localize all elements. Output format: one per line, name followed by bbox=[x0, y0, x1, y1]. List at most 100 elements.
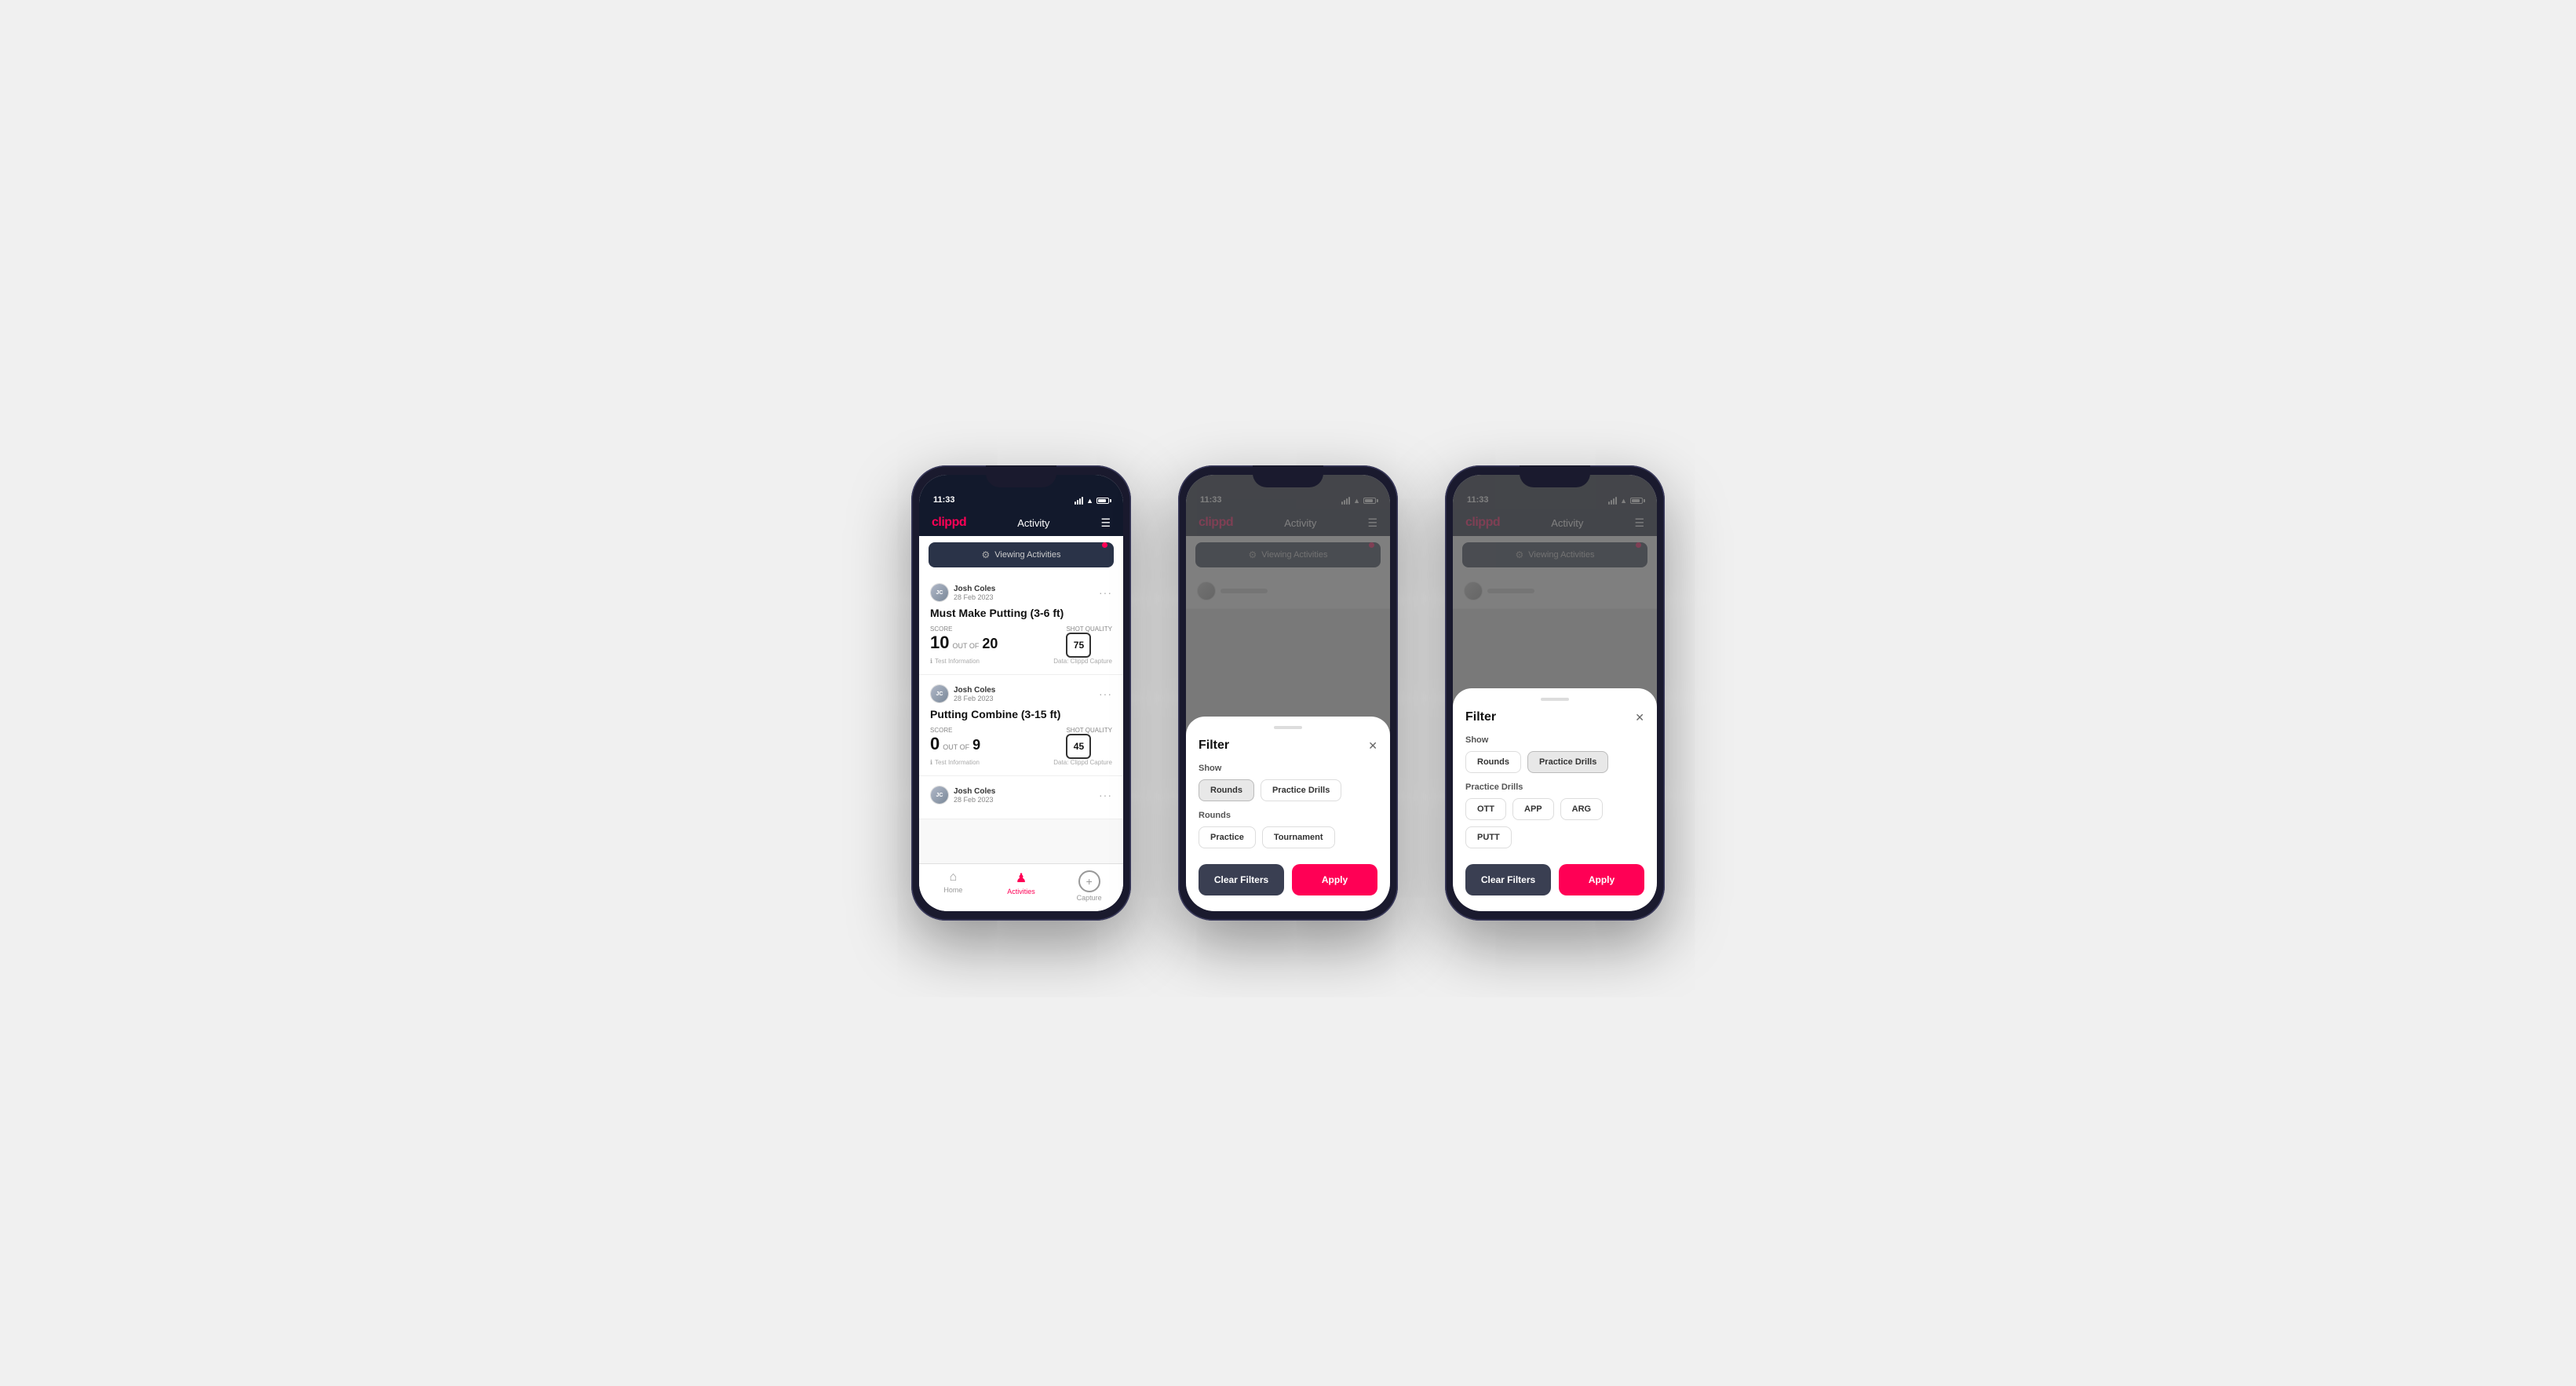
activity-card-3[interactable]: JC Josh Coles 28 Feb 2023 ··· bbox=[919, 776, 1123, 819]
shots-number-2: 9 bbox=[972, 737, 980, 753]
chip-tournament-2[interactable]: Tournament bbox=[1262, 826, 1335, 848]
data-source: Data: Clippd Capture bbox=[1053, 658, 1112, 665]
chip-putt-3[interactable]: PUTT bbox=[1465, 826, 1512, 848]
user-details: Josh Coles 28 Feb 2023 bbox=[954, 585, 995, 601]
user-name: Josh Coles bbox=[954, 585, 995, 593]
signal-icon bbox=[1075, 497, 1083, 505]
phone-activity-list: 11:33 ▲ clippd Activity bbox=[911, 465, 1131, 921]
chip-practice-2[interactable]: Practice bbox=[1199, 826, 1256, 848]
card-header-2: JC Josh Coles 28 Feb 2023 ··· bbox=[930, 684, 1112, 703]
nav-home[interactable]: ⌂ Home bbox=[919, 870, 987, 902]
sheet-actions-3: Clear Filters Apply bbox=[1465, 864, 1644, 895]
chip-rounds-2[interactable]: Rounds bbox=[1199, 779, 1254, 801]
score-number: 10 bbox=[930, 633, 949, 653]
filter-icon: ⚙ bbox=[982, 549, 991, 560]
app-header: clippd Activity ☰ bbox=[919, 509, 1123, 536]
user-date: 28 Feb 2023 bbox=[954, 593, 995, 601]
chip-drills-3[interactable]: Practice Drills bbox=[1527, 751, 1608, 773]
sheet-handle-3 bbox=[1541, 698, 1569, 701]
shot-quality-label-2: Shot Quality bbox=[1066, 727, 1112, 734]
score-stats: Score 10 OUT OF 20 bbox=[930, 626, 998, 658]
notification-dot bbox=[1102, 542, 1107, 548]
more-options-2[interactable]: ··· bbox=[1099, 688, 1112, 700]
user-info-3: JC Josh Coles 28 Feb 2023 bbox=[930, 786, 995, 804]
test-info: ℹ Test Information bbox=[930, 658, 980, 665]
activity-list: JC Josh Coles 28 Feb 2023 ··· Must Make … bbox=[919, 574, 1123, 863]
user-date-2: 28 Feb 2023 bbox=[954, 695, 995, 702]
more-options-3[interactable]: ··· bbox=[1099, 789, 1112, 801]
filter-title-2: Filter bbox=[1199, 739, 1229, 753]
user-info-2: JC Josh Coles 28 Feb 2023 bbox=[930, 684, 995, 703]
screen-2: 11:33 ▲ clippd Activity bbox=[1186, 475, 1390, 911]
show-section-3: Show Rounds Practice Drills bbox=[1465, 735, 1644, 773]
capture-icon: + bbox=[1078, 870, 1100, 892]
sheet-header-2: Filter ✕ bbox=[1199, 739, 1377, 753]
viewing-banner[interactable]: ⚙ Viewing Activities bbox=[929, 542, 1114, 567]
clear-filters-button-3[interactable]: Clear Filters bbox=[1465, 864, 1551, 895]
score-label: Score bbox=[930, 626, 998, 633]
menu-icon[interactable]: ☰ bbox=[1100, 516, 1111, 530]
user-name-2: Josh Coles bbox=[954, 686, 995, 695]
card-header-3: JC Josh Coles 28 Feb 2023 ··· bbox=[930, 786, 1112, 804]
user-name-3: Josh Coles bbox=[954, 787, 995, 796]
screen: 11:33 ▲ clippd Activity bbox=[919, 475, 1123, 911]
card-footer: ℹ Test Information Data: Clippd Capture bbox=[930, 658, 1112, 665]
bottom-nav: ⌂ Home ♟ Activities + Capture bbox=[919, 863, 1123, 911]
drills-label-3: Practice Drills bbox=[1465, 782, 1644, 792]
notch bbox=[986, 465, 1056, 487]
score-number-2: 0 bbox=[930, 734, 940, 754]
phone-filter-drills: 11:33 ▲ clippd Activity bbox=[1445, 465, 1665, 921]
show-label-3: Show bbox=[1465, 735, 1644, 745]
more-options[interactable]: ··· bbox=[1099, 586, 1112, 599]
notch-2 bbox=[1253, 465, 1323, 487]
show-label-2: Show bbox=[1199, 764, 1377, 773]
chip-app-3[interactable]: APP bbox=[1512, 798, 1554, 820]
user-details-3: Josh Coles 28 Feb 2023 bbox=[954, 787, 995, 804]
chip-drills-2[interactable]: Practice Drills bbox=[1261, 779, 1341, 801]
score-label-2: Score bbox=[930, 727, 980, 734]
activity-card-2[interactable]: JC Josh Coles 28 Feb 2023 ··· Putting Co… bbox=[919, 675, 1123, 776]
shot-quality-badge: 75 bbox=[1066, 633, 1091, 658]
status-icons: ▲ bbox=[1075, 497, 1109, 505]
nav-activities[interactable]: ♟ Activities bbox=[987, 870, 1056, 902]
activities-icon: ♟ bbox=[1016, 870, 1027, 886]
avatar-image-2: JC bbox=[931, 685, 948, 702]
notch-3 bbox=[1520, 465, 1590, 487]
screen-3: 11:33 ▲ clippd Activity bbox=[1453, 475, 1657, 911]
activity-title: Must Make Putting (3-6 ft) bbox=[930, 607, 1112, 619]
score-stats-2: Score 0 OUT OF 9 bbox=[930, 727, 980, 759]
drills-section-3: Practice Drills OTT APP ARG PUTT bbox=[1465, 782, 1644, 848]
sheet-handle-2 bbox=[1274, 726, 1302, 729]
avatar-image: JC bbox=[931, 584, 948, 601]
apply-button-3[interactable]: Apply bbox=[1559, 864, 1644, 895]
drills-chips-3: OTT APP ARG PUTT bbox=[1465, 798, 1644, 848]
activity-title-2: Putting Combine (3-15 ft) bbox=[930, 708, 1112, 720]
data-source-2: Data: Clippd Capture bbox=[1053, 759, 1112, 766]
filter-sheet-2: Filter ✕ Show Rounds Practice Drills Rou… bbox=[1186, 717, 1390, 911]
shot-quality-2: Shot Quality 45 bbox=[1066, 727, 1112, 759]
home-icon: ⌂ bbox=[950, 870, 958, 884]
close-button-3[interactable]: ✕ bbox=[1635, 711, 1644, 724]
chip-rounds-3[interactable]: Rounds bbox=[1465, 751, 1521, 773]
rounds-label-2: Rounds bbox=[1199, 811, 1377, 820]
wifi-icon: ▲ bbox=[1086, 497, 1093, 505]
card-footer-2: ℹ Test Information Data: Clippd Capture bbox=[930, 759, 1112, 766]
user-date-3: 28 Feb 2023 bbox=[954, 796, 995, 804]
capture-label: Capture bbox=[1077, 894, 1102, 902]
close-button-2[interactable]: ✕ bbox=[1368, 739, 1377, 753]
card-header: JC Josh Coles 28 Feb 2023 ··· bbox=[930, 583, 1112, 602]
avatar: JC bbox=[930, 583, 949, 602]
home-label: Home bbox=[943, 886, 962, 894]
nav-capture[interactable]: + Capture bbox=[1055, 870, 1123, 902]
avatar-image-3: JC bbox=[931, 786, 948, 804]
status-time: 11:33 bbox=[933, 495, 955, 505]
scene: 11:33 ▲ clippd Activity bbox=[864, 418, 1712, 968]
apply-button-2[interactable]: Apply bbox=[1292, 864, 1377, 895]
clear-filters-button-2[interactable]: Clear Filters bbox=[1199, 864, 1284, 895]
activity-card-1[interactable]: JC Josh Coles 28 Feb 2023 ··· Must Make … bbox=[919, 574, 1123, 675]
show-section-2: Show Rounds Practice Drills bbox=[1199, 764, 1377, 801]
out-of-text-2: OUT OF bbox=[943, 743, 969, 751]
chip-ott-3[interactable]: OTT bbox=[1465, 798, 1506, 820]
chip-arg-3[interactable]: ARG bbox=[1560, 798, 1603, 820]
phone-filter-rounds: 11:33 ▲ clippd Activity bbox=[1178, 465, 1398, 921]
